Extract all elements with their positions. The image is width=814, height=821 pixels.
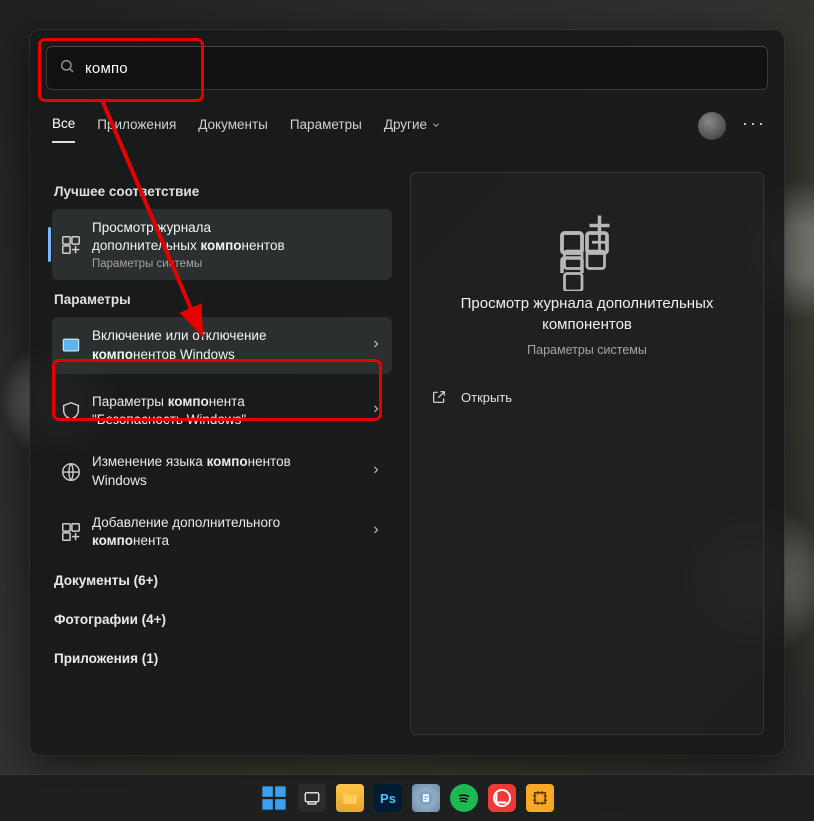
settings-item-2[interactable]: Изменение языка компонентов Windows xyxy=(52,442,392,500)
taskbar-photoshop[interactable]: Ps xyxy=(374,784,402,812)
group-documents[interactable]: Документы (6+) xyxy=(52,561,392,600)
settings-heading: Параметры xyxy=(54,292,392,307)
components-icon xyxy=(60,234,82,256)
shield-icon xyxy=(60,400,82,422)
settings-item-1[interactable]: Параметры компонента "Безопасность Windo… xyxy=(52,382,392,440)
search-panel: компо Все Приложения Документы Параметры… xyxy=(30,30,784,755)
preview-subtitle: Параметры системы xyxy=(411,343,763,357)
preview-pane: Просмотр журнала дополнительных компонен… xyxy=(410,172,764,735)
taskbar-explorer[interactable] xyxy=(336,784,364,812)
chevron-down-icon xyxy=(431,120,441,130)
search-query: компо xyxy=(85,60,128,77)
best-match-result[interactable]: Просмотр журнала дополнительных компонен… xyxy=(52,209,392,280)
taskbar-vivaldi[interactable] xyxy=(488,784,516,812)
best-match-subtitle: Параметры системы xyxy=(92,258,382,270)
chevron-right-icon xyxy=(370,523,382,541)
search-icon xyxy=(59,58,75,79)
avatar[interactable] xyxy=(698,112,726,140)
result-tabs: Все Приложения Документы Параметры Други… xyxy=(52,110,441,143)
settings-item-3[interactable]: Добавление дополнительного компонента xyxy=(52,503,392,561)
best-match-heading: Лучшее соответствие xyxy=(54,184,392,199)
group-apps[interactable]: Приложения (1) xyxy=(52,639,392,678)
preview-icon xyxy=(557,213,617,273)
taskbar-snip[interactable] xyxy=(526,784,554,812)
tab-docs[interactable]: Документы xyxy=(198,111,268,142)
tab-settings[interactable]: Параметры xyxy=(290,111,362,142)
more-menu-icon[interactable]: ··· xyxy=(742,114,766,138)
chevron-right-icon xyxy=(370,462,382,480)
chevron-right-icon xyxy=(370,402,382,420)
taskbar-spotify[interactable] xyxy=(450,784,478,812)
taskbar-document[interactable] xyxy=(412,784,440,812)
preview-open[interactable]: Открыть xyxy=(431,389,763,405)
search-bar[interactable]: компо xyxy=(46,46,768,90)
taskbar-start[interactable] xyxy=(260,784,288,812)
globe-icon xyxy=(60,461,82,483)
add-component-icon xyxy=(60,521,82,543)
open-icon xyxy=(431,389,447,405)
preview-title: Просмотр журнала дополнительных компонен… xyxy=(411,293,763,335)
taskbar: Ps xyxy=(0,774,814,821)
tab-more[interactable]: Другие xyxy=(384,111,441,142)
settings-item-0[interactable]: Включение или отключение компонентов Win… xyxy=(52,317,392,373)
tab-apps[interactable]: Приложения xyxy=(97,111,176,142)
settings-item-0-title: Включение или отключение компонентов Win… xyxy=(92,327,382,363)
taskbar-taskview[interactable] xyxy=(298,784,326,812)
windows-features-icon xyxy=(60,335,82,357)
tab-all[interactable]: Все xyxy=(52,110,75,143)
group-photos[interactable]: Фотографии (4+) xyxy=(52,600,392,639)
preview-open-label: Открыть xyxy=(461,390,512,405)
tab-more-label: Другие xyxy=(384,117,427,132)
best-match-title: Просмотр журнала дополнительных компонен… xyxy=(92,219,382,255)
results-left: Лучшее соответствие Просмотр журнала доп… xyxy=(52,172,392,678)
chevron-right-icon xyxy=(370,337,382,355)
